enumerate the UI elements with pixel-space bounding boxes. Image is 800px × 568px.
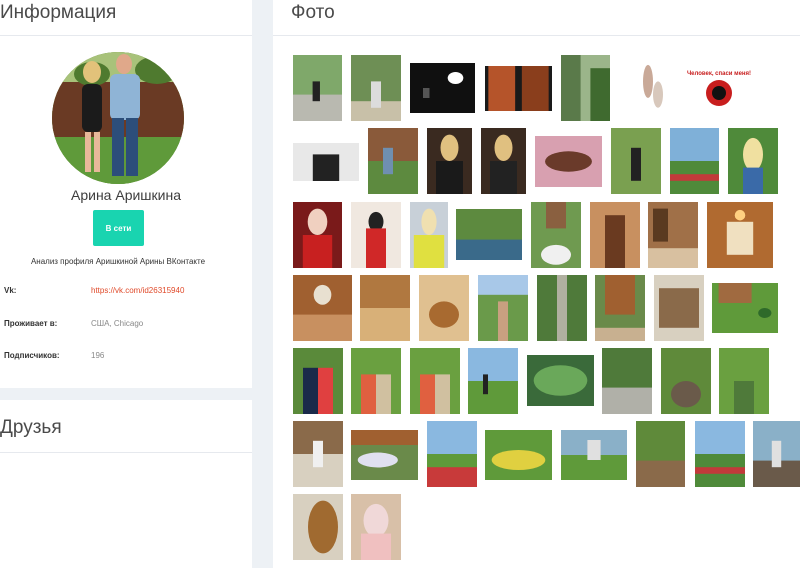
photo-thumb[interactable] [636,421,685,487]
photo-panel: Фото Человек, спаси меня! [273,0,800,568]
photo-thumb[interactable] [293,202,342,268]
photo-thumb[interactable] [527,355,594,406]
photo-thumb[interactable] [602,348,652,414]
avatar[interactable] [52,52,184,184]
followers-value: 196 [91,351,105,360]
photo-thumb[interactable] [293,348,343,414]
photo-text: Человек, спаси меня! [687,71,751,77]
photo-thumb[interactable] [537,275,587,341]
photo-thumb[interactable] [648,202,698,268]
photo-thumb[interactable] [293,421,343,487]
friends-divider [0,452,252,453]
vk-label: Vk: [4,286,17,295]
photo-thumb[interactable] [410,348,460,414]
photo-thumb[interactable] [293,55,342,121]
photo-thumb[interactable] [611,128,661,194]
photo-thumb[interactable] [368,128,418,194]
profile-name: Арина Аришкина [71,187,181,203]
photo-thumb[interactable] [654,275,704,341]
online-status-button[interactable]: В сети [93,210,144,246]
photo-thumb[interactable] [456,209,522,260]
profile-caption: Анализ профиля Аришкиной Арины ВКонтакте [30,257,206,266]
photo-thumb[interactable] [753,421,800,487]
photo-thumb[interactable] [485,66,552,111]
followers-label: Подписчиков: [4,351,60,360]
photo-thumb[interactable] [531,202,581,268]
photo-thumb[interactable] [293,143,359,181]
photo-thumb[interactable] [695,421,745,487]
photo-thumb[interactable] [670,128,719,194]
photo-thumb[interactable] [351,202,401,268]
photo-thumb[interactable] [485,430,552,480]
photo-thumb[interactable] [427,128,472,194]
photo-thumb[interactable] [351,430,418,480]
location-value: США, Chicago [91,319,144,328]
photo-thumb[interactable] [728,128,778,194]
photo-thumb[interactable] [595,275,645,341]
photo-thumb[interactable] [535,136,602,187]
photo-thumb[interactable] [351,494,401,560]
avatar-photo [52,52,184,184]
photo-thumb[interactable] [351,55,401,121]
friends-panel: Друзья [0,400,252,568]
location-label: Проживает в: [4,319,58,328]
photo-thumb[interactable] [628,55,678,121]
photo-thumb[interactable] [561,430,627,480]
photo-thumb[interactable] [707,202,773,268]
photo-thumb[interactable] [410,63,475,113]
photo-thumb[interactable] [351,348,401,414]
photo-thumb[interactable] [410,202,448,268]
photo-divider [273,35,800,36]
info-divider [0,35,252,36]
photo-thumb[interactable] [419,275,469,341]
photo-thumb[interactable] [360,275,410,341]
photo-thumb[interactable] [478,275,528,341]
info-panel: Информация Арина Аришкина В сети Анализ … [0,0,252,388]
vk-link[interactable]: https://vk.com/id26315940 [91,286,184,295]
photo-thumb[interactable] [293,494,343,560]
friends-title: Друзья [0,417,62,438]
photo-thumb[interactable] [481,128,526,194]
photo-thumb[interactable]: Человек, спаси меня! [686,65,752,111]
photo-thumb[interactable] [293,275,352,341]
photo-thumb[interactable] [661,348,711,414]
photo-thumb[interactable] [590,202,640,268]
photo-thumb[interactable] [712,283,778,333]
photo-thumb[interactable] [427,421,477,487]
info-title: Информация [0,2,117,23]
photo-thumb[interactable] [468,348,518,414]
photo-thumb[interactable] [561,55,610,121]
photo-thumb[interactable] [719,348,769,414]
photo-title: Фото [291,2,335,23]
